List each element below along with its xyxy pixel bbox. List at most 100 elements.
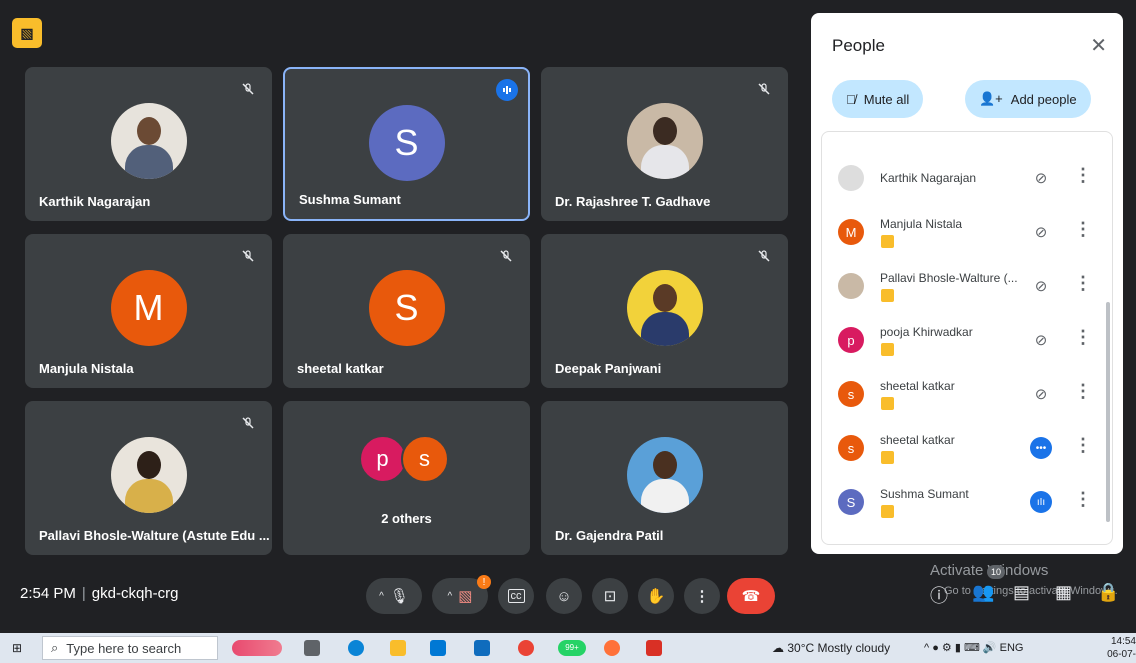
whatsapp-icon[interactable]: 99+	[558, 640, 586, 656]
task-view-icon[interactable]	[304, 640, 320, 656]
windows-start-icon[interactable]: ⊞	[12, 641, 26, 655]
participant-tile-active-speaker[interactable]: S Sushma Sumant	[283, 67, 530, 221]
captions-icon: cc	[507, 589, 525, 603]
activities-icon[interactable]: ▦	[1055, 582, 1072, 603]
more-options-icon[interactable]: ⋮	[1074, 165, 1092, 186]
others-tile[interactable]: p s 2 others	[283, 401, 530, 555]
flowers-widget-icon[interactable]	[232, 640, 282, 656]
captions-button[interactable]: cc	[498, 578, 534, 614]
clock-date: 06-07-2024	[1107, 649, 1136, 663]
chat-icon[interactable]: ▤	[1013, 582, 1030, 603]
mute-all-label: Mute all	[863, 91, 910, 107]
search-placeholder: Type here to search	[66, 640, 182, 656]
mic-off-icon	[236, 411, 260, 435]
mute-all-button[interactable]: 🎙̸ Mute all	[832, 80, 924, 118]
mic-off-icon[interactable]: ⊘	[1030, 329, 1052, 351]
mic-icon[interactable]: 🎙	[390, 587, 409, 605]
more-options-icon[interactable]: ⋮	[1074, 381, 1092, 402]
more-options-icon[interactable]: ⋮	[1074, 219, 1092, 240]
mic-off-icon[interactable]: ⊘	[1030, 383, 1052, 405]
participant-tile[interactable]: Pallavi Bhosle-Walture (Astute Edu ...	[25, 401, 272, 555]
chrome-icon[interactable]	[518, 640, 534, 656]
badge-icon	[881, 235, 894, 248]
list-item[interactable]: p pooja Khirwadkar ⊘ ⋮	[822, 315, 1112, 369]
participant-tile[interactable]: Dr. Rajashree T. Gadhave	[541, 67, 788, 221]
more-options-icon[interactable]: ⋮	[1074, 273, 1092, 294]
chevron-up-icon[interactable]: ^	[448, 591, 453, 602]
close-icon[interactable]: ✕	[1090, 33, 1107, 58]
list-item[interactable]: S Sushma Sumant ıIı ⋮	[822, 477, 1112, 531]
mail-icon[interactable]	[474, 640, 490, 656]
list-item[interactable]: Karthik Nagarajan ⊘ ⋮	[822, 153, 1112, 207]
file-explorer-icon[interactable]	[390, 640, 406, 656]
info-icon[interactable]: ⓘ	[930, 582, 948, 608]
participant-name: Sushma Sumant	[299, 192, 401, 207]
participant-photo	[838, 273, 864, 299]
badge-icon	[881, 289, 894, 302]
list-item[interactable]: s sheetal katkar ⊘ ⋮	[822, 369, 1112, 423]
participant-tile[interactable]: Dr. Gajendra Patil	[541, 401, 788, 555]
cloud-icon: ☁	[772, 641, 784, 655]
participant-name: Pallavi Bhosle-Walture (Astute Edu ...	[39, 528, 270, 543]
search-icon: ⌕	[51, 640, 59, 655]
person-name: sheetal katkar	[880, 433, 955, 447]
edge-icon[interactable]	[348, 640, 364, 656]
acrobat-icon[interactable]	[646, 640, 662, 656]
reactions-button[interactable]: ☺	[546, 578, 582, 614]
store-icon[interactable]	[430, 640, 446, 656]
meeting-time: 2:54 PM	[20, 585, 76, 602]
participant-name: Dr. Rajashree T. Gadhave	[555, 194, 711, 209]
people-icon[interactable]: 👥	[972, 582, 994, 603]
badge-icon	[881, 397, 894, 410]
windows-taskbar: ⊞ ⌕ Type here to search 99+ ☁ 30°C Mostl…	[0, 633, 1136, 663]
list-item[interactable]: Pallavi Bhosle-Walture (... ⊘ ⋮	[822, 261, 1112, 315]
more-options-icon[interactable]: ⋮	[1074, 489, 1092, 510]
camera-off-icon[interactable]: ▧	[458, 587, 472, 605]
warning-badge: !	[477, 575, 491, 589]
participant-photo	[838, 165, 864, 191]
people-list[interactable]: Karthik Nagarajan ⊘ ⋮ M Manjula Nistala …	[821, 131, 1113, 545]
camera-off-indicator-icon[interactable]: ▧	[12, 18, 42, 48]
person-name: Pallavi Bhosle-Walture (...	[880, 271, 1018, 285]
scrollbar[interactable]	[1106, 302, 1110, 522]
participant-name: Manjula Nistala	[39, 361, 134, 376]
list-item[interactable]: s sheetal katkar ••• ⋮	[822, 423, 1112, 477]
mic-control[interactable]: ^ 🎙	[366, 578, 422, 614]
chevron-up-icon[interactable]: ^	[379, 591, 384, 602]
hand-icon: ✋	[646, 588, 666, 605]
add-people-button[interactable]: 👤+ Add people	[965, 80, 1091, 118]
meeting-code: gkd-ckqh-crg	[91, 585, 179, 602]
mic-off-icon: 🎙̸	[846, 91, 856, 107]
more-active-icon[interactable]: •••	[1030, 437, 1052, 459]
participant-tile[interactable]: Karthik Nagarajan	[25, 67, 272, 221]
participant-tile[interactable]: Deepak Panjwani	[541, 234, 788, 388]
others-avatar: s	[400, 435, 449, 483]
firefox-icon[interactable]	[604, 640, 620, 656]
person-avatar: s	[838, 435, 864, 461]
weather-widget[interactable]: ☁ 30°C Mostly cloudy	[772, 641, 890, 655]
mic-off-icon	[752, 77, 776, 101]
person-avatar: S	[838, 489, 864, 515]
speaking-indicator-icon[interactable]: ıIı	[1030, 491, 1052, 513]
taskbar-clock[interactable]: 14:54 06-07-2024	[1092, 635, 1136, 663]
participant-photo	[626, 437, 703, 513]
leave-call-button[interactable]: ☎	[727, 578, 775, 614]
host-controls-icon[interactable]: 🔒	[1097, 582, 1119, 603]
list-item[interactable]: M Manjula Nistala ⊘ ⋮	[822, 207, 1112, 261]
present-icon: ⊡	[603, 588, 617, 605]
mic-off-icon[interactable]: ⊘	[1030, 167, 1052, 189]
system-tray[interactable]: ^ ● ⚙ ▮ ⌨ 🔊 ENG	[924, 641, 1023, 654]
participant-tile[interactable]: M Manjula Nistala	[25, 234, 272, 388]
others-avatar: p	[358, 435, 407, 483]
mic-off-icon[interactable]: ⊘	[1030, 221, 1052, 243]
more-options-button[interactable]: ⋮	[684, 578, 720, 614]
taskbar-search[interactable]: ⌕ Type here to search	[42, 636, 218, 660]
raise-hand-button[interactable]: ✋	[638, 578, 674, 614]
more-options-icon[interactable]: ⋮	[1074, 435, 1092, 456]
more-options-icon[interactable]: ⋮	[1074, 327, 1092, 348]
participant-tile[interactable]: S sheetal katkar	[283, 234, 530, 388]
mic-off-icon	[236, 77, 260, 101]
others-label: 2 others	[381, 511, 432, 526]
mic-off-icon[interactable]: ⊘	[1030, 275, 1052, 297]
present-button[interactable]: ⊡	[592, 578, 628, 614]
